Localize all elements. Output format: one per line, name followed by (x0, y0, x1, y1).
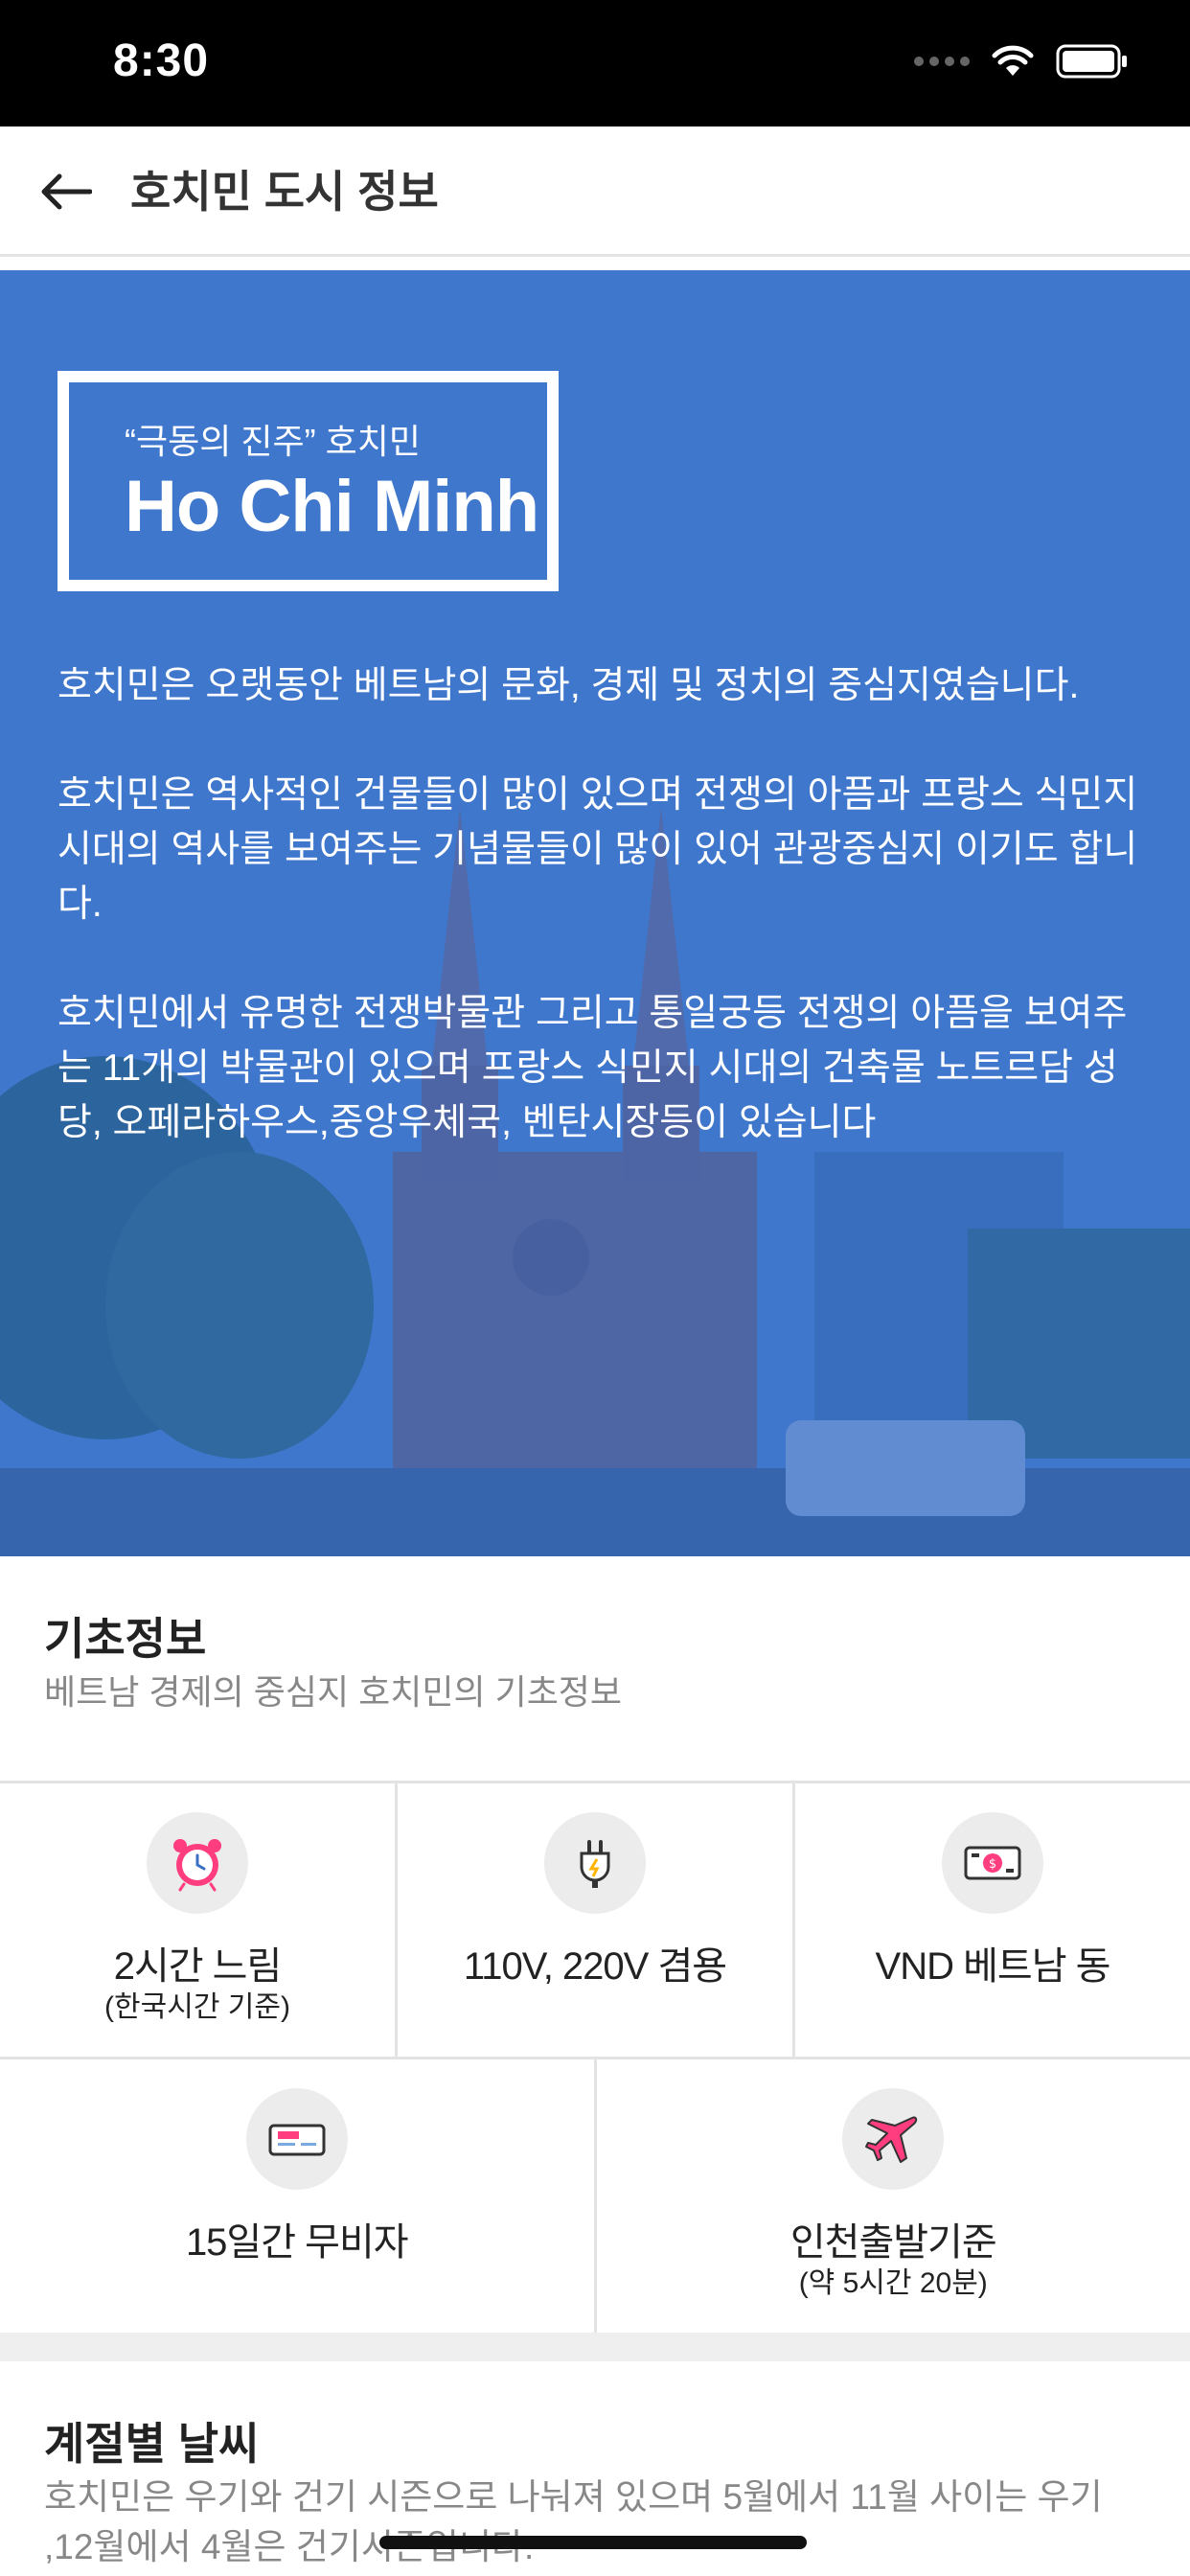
hero-subtitle: “극동의 진주” 호치민 (125, 422, 421, 461)
hero-description: 호치민은 오랫동안 베트남의 문화, 경제 및 정치의 중심지였습니다. 호치민… (57, 658, 1140, 1205)
visa-card-icon (245, 2088, 348, 2190)
hero-banner: “극동의 진주” 호치민 Ho Chi Minh 호치민은 오랫동안 베트남의 … (0, 270, 1190, 1556)
weather-description: 호치민은 우기와 건기 시즌으로 나눠져 있으며 5월에서 11월 사이는 우기… (44, 2477, 1103, 2566)
wifi-icon (992, 45, 1034, 76)
arrow-left-icon (41, 173, 92, 210)
basic-info-header: 기초정보 베트남 경제의 중심지 호치민의 기초정보 (44, 1610, 622, 1717)
info-item-voltage: 110V, 220V 겸용 (398, 1783, 795, 2057)
status-icons (914, 44, 1129, 79)
svg-text:$: $ (989, 1857, 996, 1872)
info-label: 2시간 느림 (113, 1945, 283, 1988)
info-item-visa: 15일간 무비자 (0, 2059, 597, 2333)
hero-title: Ho Chi Minh (125, 466, 539, 547)
signal-icon (914, 57, 970, 66)
home-indicator[interactable] (379, 2536, 807, 2549)
section-divider (0, 2333, 1190, 2361)
airplane-icon (842, 2088, 945, 2190)
info-note: (약 5시간 20분) (798, 2267, 988, 2299)
section-title: 계절별 날씨 (44, 2419, 260, 2469)
status-time: 8:30 (113, 35, 210, 86)
hero-paragraph: 호치민은 오랫동안 베트남의 문화, 경제 및 정치의 중심지였습니다. (57, 665, 1080, 706)
basic-info-grid: 2시간 느림 (한국시간 기준) 110V, 220V 겸용 $ VND 베트남… (0, 1781, 1190, 2335)
back-button[interactable] (34, 161, 96, 222)
hero-title-box: “극동의 진주” 호치민 Ho Chi Minh (57, 371, 559, 591)
money-icon: $ (942, 1812, 1043, 1914)
info-label: 인천출발기준 (790, 2221, 997, 2264)
battery-icon (1056, 44, 1127, 79)
info-row: 15일간 무비자 인천출발기준 (약 5시간 20분) (0, 2059, 1190, 2335)
info-note: (한국시간 기준) (104, 1991, 290, 2023)
info-label: VND 베트남 동 (875, 1945, 1111, 1988)
hero-paragraph: 호치민은 역사적인 건물들이 많이 있으며 전쟁의 아픔과 프랑스 식민지 시대… (57, 774, 1138, 925)
section-subtitle: 베트남 경제의 중심지 호치민의 기초정보 (44, 1672, 623, 1712)
info-row: 2시간 느림 (한국시간 기준) 110V, 220V 겸용 $ VND 베트남… (0, 1783, 1190, 2059)
alarm-clock-icon (147, 1812, 248, 1914)
status-bar: 8:30 (0, 0, 1190, 126)
info-label: 110V, 220V 겸용 (463, 1945, 727, 1988)
info-item-flight: 인천출발기준 (약 5시간 20분) (597, 2059, 1190, 2333)
info-item-time: 2시간 느림 (한국시간 기준) (0, 1783, 398, 2057)
info-label: 15일간 무비자 (185, 2221, 409, 2264)
info-item-currency: $ VND 베트남 동 (795, 1783, 1190, 2057)
power-plug-icon (544, 1812, 646, 1914)
hero-paragraph: 호치민에서 유명한 전쟁박물관 그리고 통일궁등 전쟁의 아픔을 보여주는 11… (57, 993, 1128, 1143)
app-header: 호치민 도시 정보 (0, 126, 1190, 257)
page-title: 호치민 도시 정보 (130, 167, 439, 217)
section-title: 기초정보 (44, 1614, 207, 1664)
